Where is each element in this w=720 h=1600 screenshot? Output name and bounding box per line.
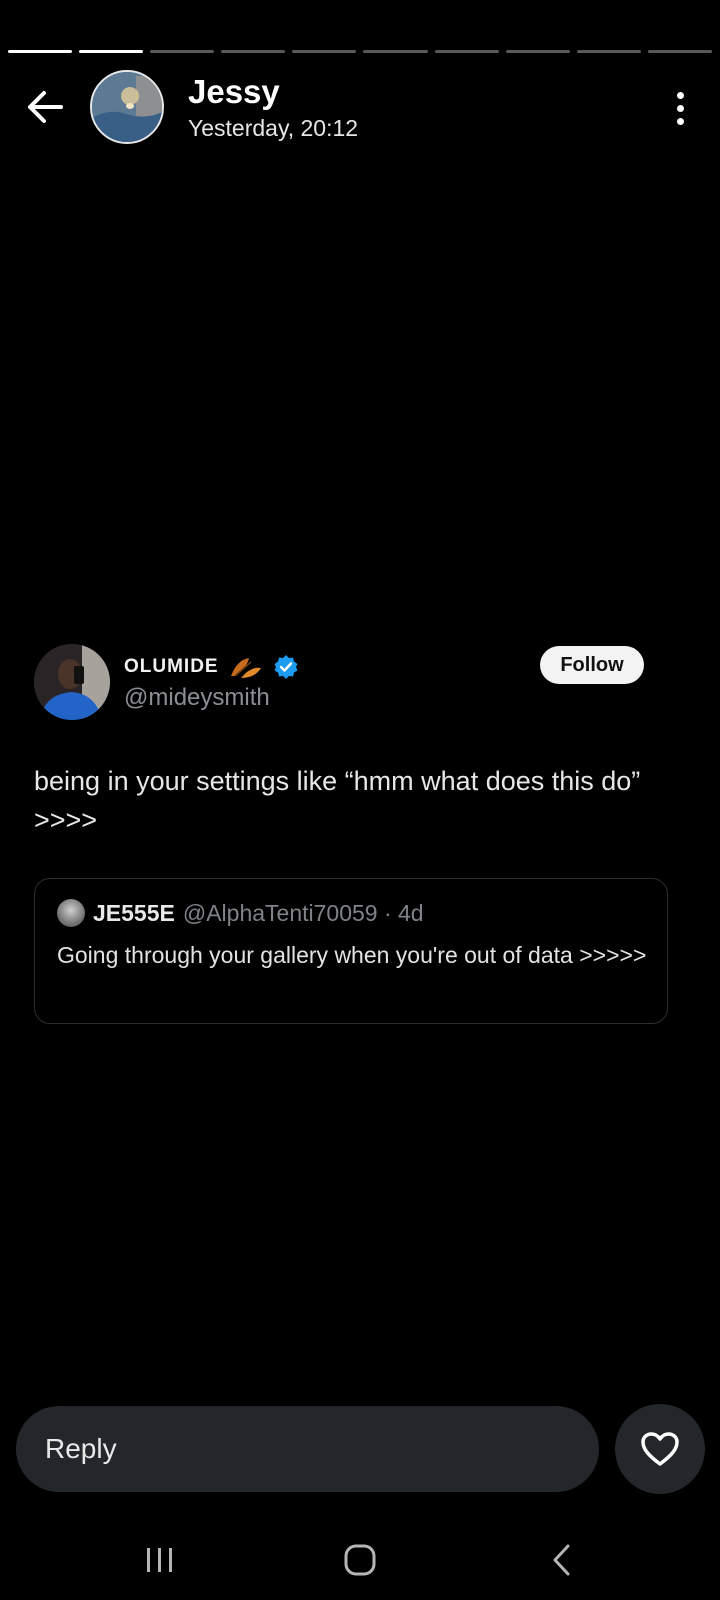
recents-button[interactable]: [130, 1530, 190, 1590]
story-user-name[interactable]: Jessy: [188, 72, 280, 112]
follow-button[interactable]: Follow: [540, 646, 644, 684]
home-icon: [344, 1544, 376, 1576]
quoted-tweet-text: Going through your gallery when you're o…: [57, 942, 647, 968]
tweet-author-handle: @mideysmith: [124, 684, 270, 711]
like-button[interactable]: [615, 1404, 705, 1494]
reply-placeholder: Reply: [45, 1433, 117, 1464]
story-progress-segment: [150, 50, 215, 53]
more-vertical-icon: [676, 91, 684, 99]
back-button[interactable]: [24, 86, 66, 128]
more-options-button[interactable]: [668, 88, 692, 128]
nav-back-icon: [553, 1544, 570, 1576]
story-progress-segment: [79, 50, 144, 53]
author-photo: [34, 644, 110, 720]
quoted-author-name: JE555E: [93, 899, 175, 926]
home-button[interactable]: [330, 1530, 390, 1590]
reply-input[interactable]: Reply: [16, 1406, 599, 1492]
quoted-author-meta: @AlphaTenti70059 · 4d: [182, 899, 424, 926]
quoted-tweet: JE555E @AlphaTenti70059 · 4d Going throu…: [34, 878, 668, 1024]
system-navigation-bar: [0, 1510, 720, 1600]
quoted-tweet-header: JE555E @AlphaTenti70059 · 4d: [57, 899, 424, 927]
tweet-author-name[interactable]: OLUMIDE: [124, 656, 219, 678]
heart-icon: [641, 1432, 679, 1466]
story-header: Jessy Yesterday, 20:12: [0, 68, 720, 144]
story-progress-segment: [434, 50, 499, 53]
story-avatar[interactable]: [90, 70, 164, 144]
story-progress-segment: [363, 50, 428, 53]
recents-icon: [147, 1548, 172, 1572]
story-progress-segment: [505, 50, 570, 53]
story-progress-segment: [8, 50, 73, 53]
story-progress-segment: [647, 50, 712, 53]
avatar-image: [92, 72, 162, 142]
leaf-emoji-icon: [230, 658, 261, 678]
story-progress-bar: [8, 50, 712, 53]
quoted-author-avatar: [57, 899, 85, 927]
tweet-author-avatar: [34, 644, 110, 720]
story-progress-fill: [79, 50, 144, 53]
story-timestamp: Yesterday, 20:12: [188, 115, 359, 141]
arrow-left-icon: [28, 91, 63, 123]
story-progress-segment: [221, 50, 286, 53]
tweet-author-row: OLUMIDE: [124, 654, 299, 680]
story-progress-segment: [292, 50, 357, 53]
story-progress-segment: [576, 50, 641, 53]
story-progress-fill: [8, 50, 73, 53]
nav-back-button[interactable]: [532, 1530, 592, 1590]
tweet-text: being in your settings like “hmm what do…: [34, 766, 641, 835]
verified-badge-icon: [274, 655, 298, 679]
